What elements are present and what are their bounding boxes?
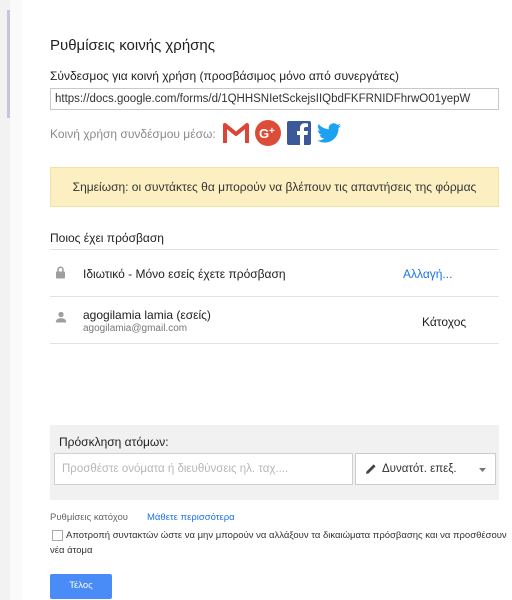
owner-settings-label: Ρυθμίσεις κατόχου [50,512,128,523]
permission-dropdown[interactable]: Δυνατότ. επεξ. [355,453,496,485]
visibility-status: Ιδιωτικό - Μόνο εσείς έχετε πρόσβαση [83,267,286,281]
restrict-editors-label: Αποτροπή συντακτών ώστε να μην μπορούν ν… [50,530,507,556]
gmail-icon[interactable] [222,119,250,147]
background-left-strip [0,0,10,600]
divider [50,296,499,297]
owner-role: Κάτοχος [422,315,467,329]
invite-people-label: Πρόσκληση ατόμων: [59,435,169,449]
owner-name: agogilamia lamia (εσείς) [83,308,211,322]
who-has-access-heading: Ποιος έχει πρόσβαση [50,231,164,245]
divider [50,343,499,344]
person-icon [55,311,67,323]
change-visibility-link[interactable]: Αλλαγή... [403,267,452,281]
lock-icon [56,266,65,279]
learn-more-link[interactable]: Μάθετε περισσότερα [147,512,235,523]
dialog-title: Ρυθμίσεις κοινής χρήσης [50,37,216,54]
facebook-icon[interactable] [285,119,313,147]
app-window: Ρυθμίσεις κοινής χρήσης Σύνδεσμος για κο… [0,0,512,600]
svg-text:G: G [259,126,269,141]
twitter-icon[interactable] [315,119,343,147]
sharing-settings-dialog: Ρυθμίσεις κοινής χρήσης Σύνδεσμος για κο… [22,0,512,600]
svg-text:+: + [269,126,275,137]
restrict-editors-checkbox[interactable] [52,530,63,541]
divider [50,249,499,250]
google-plus-icon[interactable]: G + [254,119,282,147]
invite-people-panel: Πρόσκληση ατόμων: Δυνατότ. επεξ. [50,425,499,500]
owner-email: agogilamia@gmail.com [83,323,188,334]
editors-note-banner: Σημείωση: οι συντάκτες θα μπορούν να βλέ… [50,167,499,207]
share-via-label: Κοινή χρήση συνδέσμου μέσω: [50,127,216,141]
share-link-field[interactable]: https://docs.google.com/forms/d/1QHHSNIe… [50,88,499,110]
background-accent-bar [7,10,10,118]
done-button[interactable]: Τέλος [50,574,112,599]
permission-label: Δυνατότ. επεξ. [382,463,457,475]
pencil-icon [366,464,376,474]
chevron-down-icon [479,468,486,472]
share-link-label: Σύνδεσμος για κοινή χρήση (προσβάσιμος μ… [50,69,400,83]
invite-people-input[interactable] [54,453,353,485]
